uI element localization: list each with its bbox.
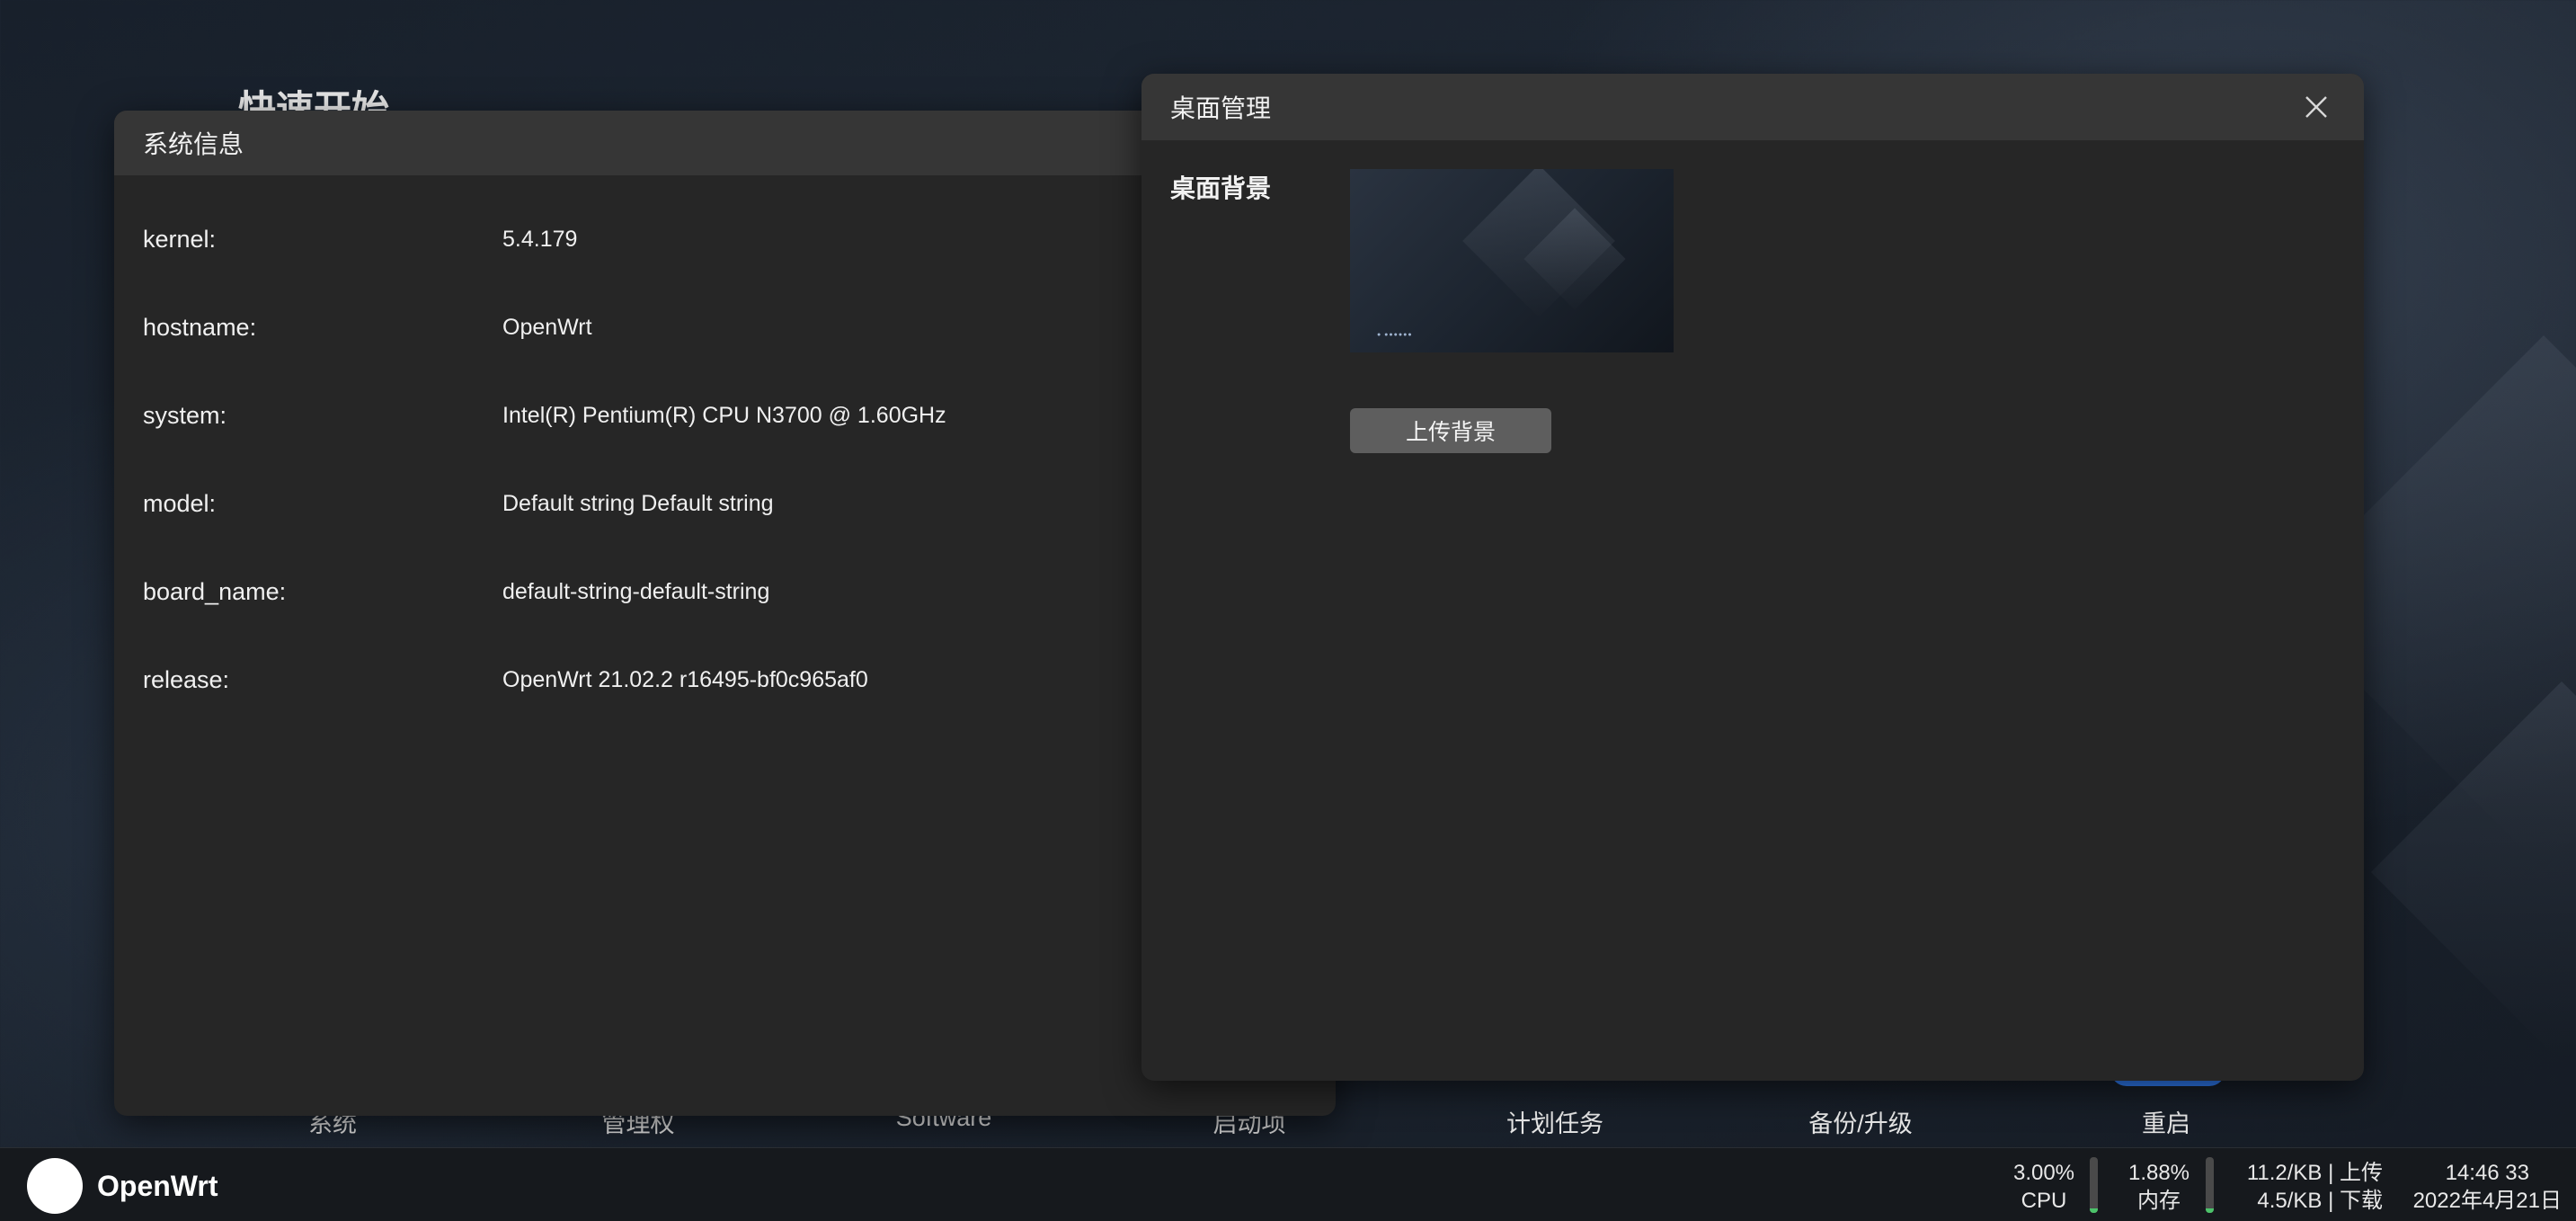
info-value: Intel(R) Pentium(R) CPU N3700 @ 1.60GHz: [502, 402, 946, 428]
info-value: 5.4.179: [502, 226, 578, 252]
clock-date: 2022年4月21日: [2412, 1189, 2562, 1213]
cpu-usage-fill: [2090, 1208, 2098, 1213]
desktop-app-scheduled-tasks[interactable]: 计划任务: [1402, 1104, 1708, 1139]
brand-name: OpenWrt: [97, 1169, 218, 1202]
info-key: release:: [143, 665, 230, 693]
upload-rate: 11.2/KB | 上传: [2246, 1161, 2383, 1185]
system-info-title: 系统信息: [143, 130, 244, 158]
cpu-usage-bar: [2090, 1157, 2098, 1213]
info-key: board_name:: [143, 577, 287, 605]
network-stat: 11.2/KB | 上传 4.5/KB | 下载: [2247, 1159, 2383, 1215]
info-row: kernel: 5.4.179: [143, 195, 1307, 283]
desktop-app-backup-upgrade[interactable]: 备份/升级: [1708, 1104, 2013, 1139]
info-key: system:: [143, 401, 227, 429]
openwrt-logo-icon: [27, 1158, 83, 1214]
upload-background-button[interactable]: 上传背景: [1350, 408, 1551, 453]
info-key: hostname:: [143, 313, 257, 341]
desktop-manager-title: 桌面管理: [1170, 94, 1272, 122]
memory-usage-fill: [2206, 1208, 2214, 1213]
memory-usage-bar: [2206, 1157, 2214, 1213]
memory-value: 1.88%: [2127, 1161, 2190, 1185]
info-row: board_name: default-string-default-strin…: [143, 548, 1307, 636]
info-row: release: OpenWrt 21.02.2 r16495-bf0c965a…: [143, 636, 1307, 724]
desktop-manager-window[interactable]: 桌面管理 桌面背景 ● ●●●●●● 上传背景: [1141, 74, 2364, 1081]
memory-stat: 1.88% 内存: [2114, 1159, 2204, 1215]
desktop-app-reboot[interactable]: 重启: [2013, 1104, 2319, 1139]
info-key: model:: [143, 489, 217, 517]
thumbnail-logo: ● ●●●●●●: [1377, 332, 1413, 338]
info-key: kernel:: [143, 225, 217, 253]
desktop-manager-titlebar[interactable]: 桌面管理: [1141, 74, 2364, 140]
info-value: OpenWrt 21.02.2 r16495-bf0c965af0: [502, 666, 868, 692]
close-button[interactable]: [2296, 86, 2337, 128]
close-icon: [2305, 96, 2327, 118]
download-rate: 4.5/KB | 下载: [2257, 1189, 2383, 1213]
info-row: system: Intel(R) Pentium(R) CPU N3700 @ …: [143, 371, 1307, 459]
clock[interactable]: 14:46 33 2022年4月21日: [2413, 1159, 2562, 1215]
cpu-value: 3.00%: [2012, 1161, 2075, 1185]
background-label: 桌面背景: [1170, 174, 1272, 202]
background-thumbnail[interactable]: ● ●●●●●●: [1350, 169, 1674, 352]
info-value: OpenWrt: [502, 314, 592, 340]
taskbar: OpenWrt 3.00% CPU 1.88% 内存 11.2/KB | 上传 …: [0, 1147, 2576, 1221]
cpu-stat: 3.00% CPU: [1999, 1159, 2089, 1215]
info-value: Default string Default string: [502, 490, 774, 516]
memory-label: 内存: [2137, 1189, 2181, 1213]
info-value: default-string-default-string: [502, 578, 770, 604]
cpu-label: CPU: [2021, 1189, 2067, 1213]
start-button[interactable]: OpenWrt: [27, 1158, 218, 1214]
clock-time: 14:46 33: [2445, 1161, 2529, 1185]
info-row: model: Default string Default string: [143, 459, 1307, 548]
info-row: hostname: OpenWrt: [143, 283, 1307, 371]
